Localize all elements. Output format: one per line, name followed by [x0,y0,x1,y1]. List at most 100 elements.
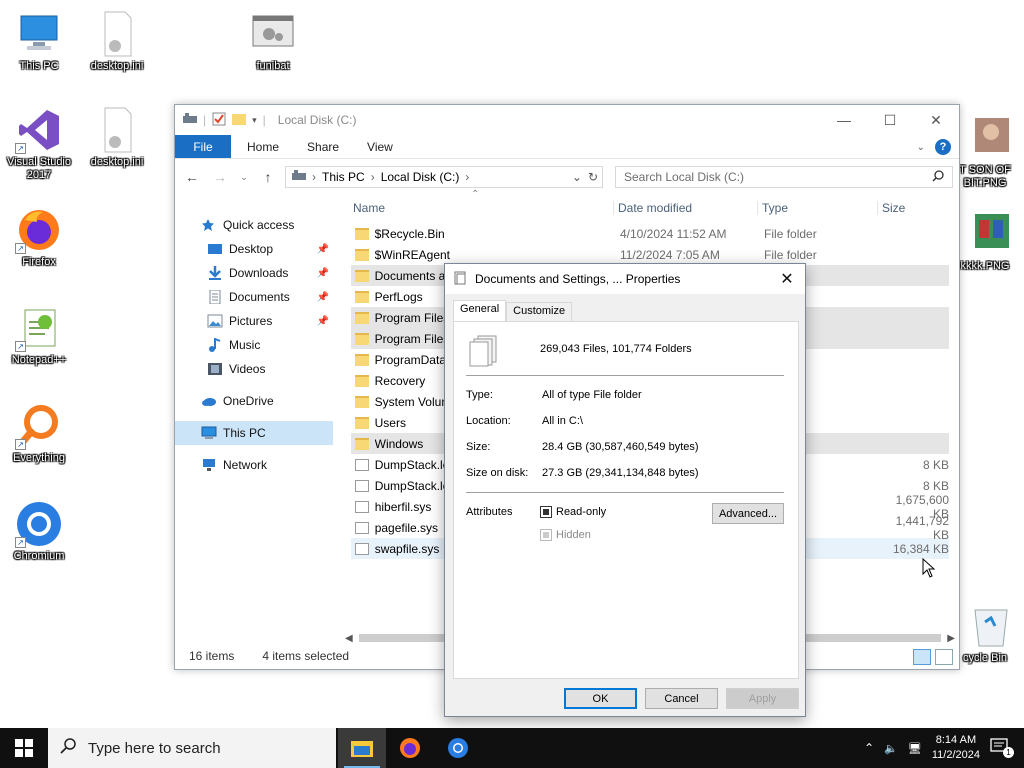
nav-label: Videos [229,362,266,376]
breadcrumb-local-disk[interactable]: Local Disk (C:) [381,170,460,184]
tab-file[interactable]: File [175,135,231,158]
file-size: 16,384 KB [892,541,949,556]
chromium-icon [448,738,468,758]
tab-customize[interactable]: Customize [506,302,573,321]
taskbar-search-box[interactable]: Type here to search [48,728,336,768]
maximize-button[interactable]: ☐ [867,105,913,135]
divider: | [203,113,207,127]
new-folder-icon[interactable] [232,112,247,129]
desktop-icon-label: Visual Studio 2017 [6,156,71,181]
desktop-icon-everything[interactable]: ↗ Everything [0,402,78,465]
search-box[interactable]: Search Local Disk (C:) [615,166,953,188]
desktop-icon-chromium[interactable]: ↗ Chromium [0,500,78,563]
nav-item-pictures[interactable]: Pictures 📌 [175,309,333,333]
documents-icon [207,289,223,305]
desktop-icon-label: desktop.ini [90,60,144,72]
taskbar-firefox[interactable] [386,728,434,768]
file-size: 8 KB [922,478,949,493]
pin-icon: 📌 [316,243,329,255]
column-header-name[interactable]: Name [351,201,613,215]
batch-file-icon [249,10,297,58]
settings-file-icon [93,10,141,58]
readonly-checkbox-box[interactable] [540,506,552,518]
desktop-icon-notepad-plus-plus[interactable]: ↗ Notepad++ [0,304,78,367]
column-headers: Name Date modified Type Size [351,197,949,219]
dialog-title: Documents and Settings, ... Properties [475,272,681,286]
desktop-icon-this-pc[interactable]: This PC [0,10,78,73]
nav-item-documents[interactable]: Documents 📌 [175,285,333,309]
breadcrumb-separator-icon[interactable]: › [312,170,316,184]
system-file-icon [355,542,369,555]
minimize-button[interactable]: — [821,105,867,135]
nav-item-desktop[interactable]: Desktop 📌 [175,237,333,261]
back-arrow-icon[interactable]: ← [181,169,203,185]
desktop-icon-funibat[interactable]: funibat [234,10,312,73]
address-dropdown-chevron-icon[interactable]: ⌄ [572,170,582,184]
desktop-icon-firefox[interactable]: ↗ Firefox [0,206,78,269]
network-icon[interactable]: 🖥 [908,742,922,755]
column-header-type[interactable]: Type [757,201,877,215]
show-hidden-icons-chevron-icon[interactable]: ⌃ [864,741,874,755]
scroll-right-icon[interactable]: ▶ [947,633,955,644]
hidden-checkbox-box[interactable] [540,529,552,541]
breadcrumb-separator-icon[interactable]: › [465,170,469,184]
expand-ribbon-chevron-icon[interactable]: ⌄ [917,142,925,153]
computer-icon [15,10,63,58]
advanced-button[interactable]: Advanced... [712,503,784,524]
folder-icon [355,437,369,450]
dialog-close-icon[interactable]: ✕ [775,268,799,290]
close-button[interactable]: ✕ [913,105,959,135]
refresh-icon[interactable]: ↻ [588,170,598,184]
windows-logo-icon [15,739,33,757]
settings-file-icon [93,106,141,154]
recent-locations-chevron-icon[interactable]: ⌄ [237,172,251,183]
breadcrumb-this-pc[interactable]: This PC [322,170,365,184]
type-label: Type: [466,389,493,401]
large-icons-view-icon[interactable] [935,649,953,665]
taskbar-search-input[interactable]: Type here to search [88,740,221,757]
ok-button[interactable]: OK [564,688,637,709]
column-header-size[interactable]: Size [877,201,947,215]
nav-item-quick-access[interactable]: Quick access [175,213,333,237]
help-icon[interactable]: ? [935,139,951,155]
search-input[interactable]: Search Local Disk (C:) [624,170,744,184]
apply-button[interactable]: Apply [726,688,799,709]
hidden-checkbox[interactable]: Hidden [540,529,591,541]
dialog-titlebar: Documents and Settings, ... Properties [445,264,805,294]
desktop-icon-desktop-ini[interactable]: desktop.ini [78,10,156,73]
file-row[interactable]: $WinREAgent 11/2/2024 7:05 AM File folder [351,244,949,265]
volume-muted-icon[interactable]: 🔈 [884,742,898,755]
customize-toolbar-chevron-icon[interactable]: ▾ [252,115,257,126]
desktop-icon-desktop-ini-2[interactable]: desktop.ini [78,106,156,169]
image-file-icon [961,210,1009,258]
cancel-button[interactable]: Cancel [645,688,718,709]
breadcrumb-separator-icon[interactable]: › [371,170,375,184]
properties-dialog: Documents and Settings, ... Properties ✕… [444,263,806,717]
clock[interactable]: 8:14 AM 11/2/2024 [932,733,980,763]
forward-arrow-icon[interactable]: → [209,169,231,185]
details-view-icon[interactable] [913,649,931,665]
nav-item-downloads[interactable]: Downloads 📌 [175,261,333,285]
tab-view[interactable]: View [353,135,407,158]
column-header-date[interactable]: Date modified [613,201,757,215]
tab-share[interactable]: Share [293,135,353,158]
address-bar[interactable]: › This PC › Local Disk (C:) › ⌄ ↻ [285,166,603,188]
nav-item-onedrive[interactable]: OneDrive [175,389,333,413]
nav-item-videos[interactable]: Videos [175,357,333,381]
nav-item-music[interactable]: Music [175,333,333,357]
taskbar-chromium[interactable] [434,728,482,768]
up-arrow-icon[interactable]: ↑ [257,169,279,185]
file-row[interactable]: $Recycle.Bin 4/10/2024 11:52 AM File folde… [351,223,949,244]
tab-general[interactable]: General [453,300,507,321]
properties-icon[interactable] [212,112,226,129]
readonly-checkbox[interactable]: Read-only [540,506,606,518]
desktop-icon-visual-studio[interactable]: ↗ Visual Studio 2017 [0,106,78,182]
nav-item-network[interactable]: Network [175,453,333,477]
scroll-left-icon[interactable]: ◀ [345,633,353,644]
taskbar-file-explorer[interactable] [338,728,386,768]
tab-home[interactable]: Home [231,135,293,158]
nav-item-this-pc[interactable]: This PC [175,421,333,445]
start-button[interactable] [0,728,48,768]
action-center-icon[interactable]: 1 [990,738,1014,758]
taskbar: Type here to search ⌃ 🔈 🖥 8:14 AM 11/2/2… [0,728,1024,768]
